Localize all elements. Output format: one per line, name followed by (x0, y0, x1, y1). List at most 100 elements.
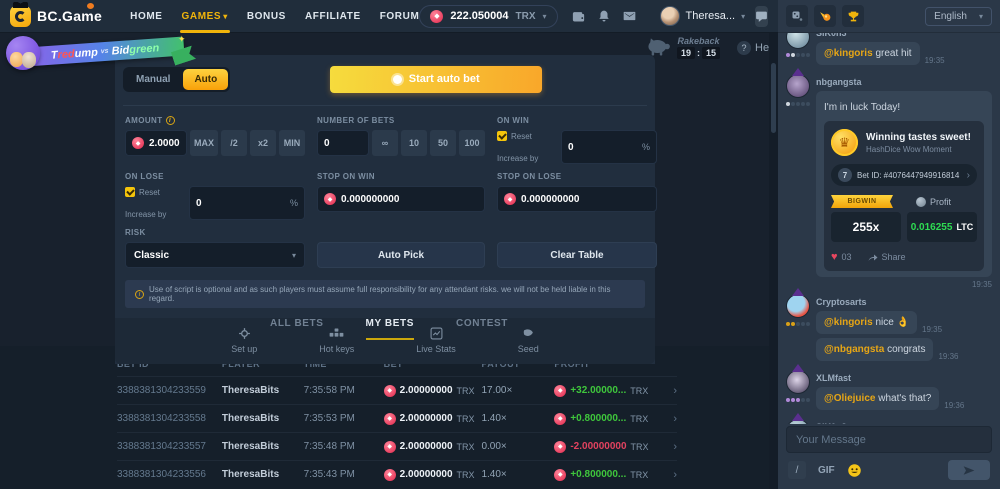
user-badges (786, 398, 810, 402)
percent-suffix: % (290, 198, 298, 208)
chat-message-input[interactable] (796, 434, 982, 446)
mention-link[interactable]: @nbgangsta (824, 344, 884, 355)
row-chevron-icon[interactable]: › (663, 413, 677, 425)
number-of-bets-input[interactable] (324, 138, 362, 149)
clear-table-button[interactable]: Clear Table (497, 242, 657, 268)
language-select[interactable]: English ▾ (925, 7, 992, 26)
avatar[interactable] (786, 33, 810, 49)
increase-by-label: Increase by (125, 210, 183, 219)
tab-all-bets[interactable]: ALL BETS (270, 318, 324, 340)
wallet-icon[interactable] (571, 9, 586, 24)
amount-double-button[interactable]: x2 (250, 130, 276, 156)
message-text: I'm in luck Today! (824, 102, 900, 113)
chevron-down-icon: ▾ (543, 12, 547, 21)
profit-label: Profit (930, 197, 951, 207)
bets-100-button[interactable]: 100 (459, 130, 485, 156)
chat-bubble: @kingoris nice 👌 (816, 311, 917, 334)
bet-id: 3388381304233556 (117, 469, 222, 480)
profit-currency: TRX (630, 386, 648, 396)
payout-multiplier: 17.00× (481, 385, 554, 396)
stop-on-lose-label: STOP ON LOSE (497, 172, 657, 181)
mention-link[interactable]: @Oliejuice (824, 393, 875, 404)
trx-coin-icon: ◆ (430, 10, 443, 23)
emoji-button[interactable] (847, 463, 862, 478)
chevron-down-icon: ▾ (741, 12, 745, 21)
nav-link-bonus[interactable]: BONUS (247, 11, 286, 22)
avatar[interactable] (786, 419, 810, 424)
slash-command-button[interactable]: / (788, 461, 806, 479)
avatar[interactable] (786, 74, 810, 98)
balance-dropdown[interactable]: ◆ 222.050004 TRX ▾ (419, 5, 557, 28)
stop-on-win-input[interactable] (341, 194, 478, 205)
send-button[interactable] (948, 460, 990, 480)
nav-link-affiliate[interactable]: AFFILIATE (305, 11, 361, 22)
on-lose-increase-input[interactable] (196, 198, 290, 209)
graffiti-icon[interactable] (786, 5, 808, 27)
spinner-icon (393, 75, 402, 84)
increase-by-label: Increase by (497, 154, 555, 163)
timer-seconds: 15 (702, 47, 720, 59)
mail-icon[interactable] (622, 9, 637, 23)
ok-hand-emoji: 👌 (897, 317, 909, 328)
amount-min-button[interactable]: MIN (279, 130, 305, 156)
stop-win-row: ◆ (317, 186, 485, 220)
player-name: TheresaBits (222, 385, 304, 396)
like-button[interactable]: ♥03 (831, 251, 852, 263)
sparkle-icon: ✦ (178, 34, 186, 45)
logo[interactable]: BC.Game (10, 6, 102, 27)
nav-link-forum[interactable]: FORUM (380, 11, 420, 22)
chat-username: nbgangsta (816, 77, 992, 87)
chevron-down-icon: ▾ (223, 12, 228, 21)
tab-contest[interactable]: CONTEST (456, 318, 508, 340)
table-row[interactable]: 3388381304233556 TheresaBits 7:35:43 PM … (117, 460, 677, 488)
promo-ribbon: TredumpvsBidgreen (26, 37, 185, 67)
row-chevron-icon[interactable]: › (663, 469, 677, 481)
amount-input[interactable] (149, 138, 180, 149)
stop-lose-row: ◆ (497, 186, 657, 220)
bet-id-pill[interactable]: 7 Bet ID: #4076447949916814 › (831, 164, 977, 186)
rakeback-widget[interactable]: Rakeback 19 : 15 (646, 36, 720, 59)
nav-link-home[interactable]: HOME (130, 11, 162, 22)
amount-half-button[interactable]: /2 (221, 130, 247, 156)
on-win-increase-input[interactable] (568, 142, 642, 153)
mention-link[interactable]: @kingoris (824, 317, 873, 328)
row-chevron-icon[interactable]: › (663, 385, 677, 397)
balance-amount: 222.050004 (450, 10, 508, 22)
fireball-icon (819, 10, 832, 23)
user-menu[interactable]: Theresa... ▾ (660, 6, 746, 26)
trophy-icon[interactable] (842, 5, 864, 27)
bets-infinity-button[interactable]: ∞ (372, 130, 398, 156)
win-card: ♛ Winning tastes sweet! HashDice Wow Mom… (824, 121, 984, 271)
table-row[interactable]: 3388381304233559 TheresaBits 7:35:58 PM … (117, 376, 677, 404)
on-lose-reset-checkbox[interactable] (125, 187, 135, 197)
row-chevron-icon[interactable]: › (663, 441, 677, 453)
avatar[interactable] (786, 370, 810, 394)
on-win-reset-checkbox[interactable] (497, 131, 507, 141)
amount-max-button[interactable]: MAX (190, 130, 218, 156)
scrollbar-thumb[interactable] (771, 63, 776, 133)
bets-50-button[interactable]: 50 (430, 130, 456, 156)
start-auto-bet-button[interactable]: Start auto bet (330, 66, 542, 93)
avatar[interactable] (786, 294, 810, 318)
mention-link[interactable]: @kingoris (824, 48, 873, 59)
info-icon: i (166, 116, 175, 125)
risk-select[interactable]: Classic ▾ (125, 242, 305, 268)
share-button[interactable]: Share (868, 252, 906, 262)
stop-on-lose-input[interactable] (521, 194, 650, 205)
promo-banner[interactable]: TredumpvsBidgreen ✦ (6, 34, 206, 72)
bets-10-button[interactable]: 10 (401, 130, 427, 156)
auto-pick-button[interactable]: Auto Pick (317, 242, 485, 268)
nav-link-games[interactable]: GAMES▾ (182, 11, 228, 22)
gif-button[interactable]: GIF (818, 465, 835, 476)
table-row[interactable]: 3388381304233557 TheresaBits 7:35:48 PM … (117, 432, 677, 460)
profit-value: 0.016255 (911, 222, 953, 233)
chat-toggle-button[interactable] (755, 6, 768, 27)
bet-amount: 2.00000000 (400, 441, 453, 452)
table-row[interactable]: 3388381304233558 TheresaBits 7:35:53 PM … (117, 404, 677, 432)
bell-icon[interactable] (597, 9, 611, 24)
fireball-icon[interactable] (814, 5, 836, 27)
tab-my-bets[interactable]: MY BETS (366, 318, 414, 340)
chat-message: Cryptosarts @kingoris nice 👌 19:35 @nbga… (784, 294, 992, 365)
reset-label: Reset (511, 132, 532, 141)
amount-label: AMOUNTi (125, 116, 305, 125)
